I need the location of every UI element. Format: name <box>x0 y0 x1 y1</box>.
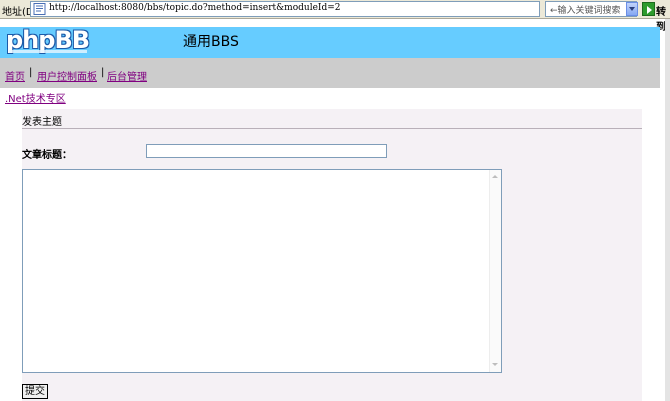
section-title: 发表主题 <box>22 117 62 128</box>
submit-button[interactable]: 提交 <box>22 384 48 399</box>
dropdown-arrow-icon[interactable] <box>626 2 638 16</box>
post-form-panel: 发表主题 文章标题： 提交 <box>22 109 642 401</box>
nav-user-panel-link[interactable]: 用户控制面板 <box>37 68 97 83</box>
address-field[interactable]: http://localhost:8080/bbs/topic.do?metho… <box>30 1 540 17</box>
phpbb-logo: phpBB <box>6 26 90 55</box>
module-breadcrumb-link[interactable]: .Net技术专区 <box>5 90 66 105</box>
browser-address-bar: 地址(D) http://localhost:8080/bbs/topic.do… <box>0 0 670 33</box>
title-label: 文章标题： <box>22 150 72 161</box>
search-placeholder: ←输入关键词搜索 <box>550 6 621 16</box>
divider <box>22 128 642 129</box>
search-input[interactable]: ←输入关键词搜索 <box>545 1 637 17</box>
address-url[interactable]: http://localhost:8080/bbs/topic.do?metho… <box>49 3 341 13</box>
nav-home-link[interactable]: 首页 <box>5 68 25 83</box>
nav-separator: | <box>29 67 33 78</box>
nav-separator: | <box>101 67 105 78</box>
window-right-edge <box>665 19 670 401</box>
page-icon <box>33 3 46 15</box>
go-arrow-icon[interactable] <box>642 2 655 16</box>
site-title: 通用BBS <box>183 34 239 50</box>
page-header: phpBB 通用BBS <box>0 26 660 58</box>
content-textarea[interactable] <box>22 169 502 373</box>
nav-bar: 首页 | 用户控制面板 | 后台管理 <box>0 58 660 88</box>
title-input[interactable] <box>146 144 387 158</box>
logo-tagline-bar <box>9 50 87 53</box>
nav-admin-link[interactable]: 后台管理 <box>107 68 147 83</box>
